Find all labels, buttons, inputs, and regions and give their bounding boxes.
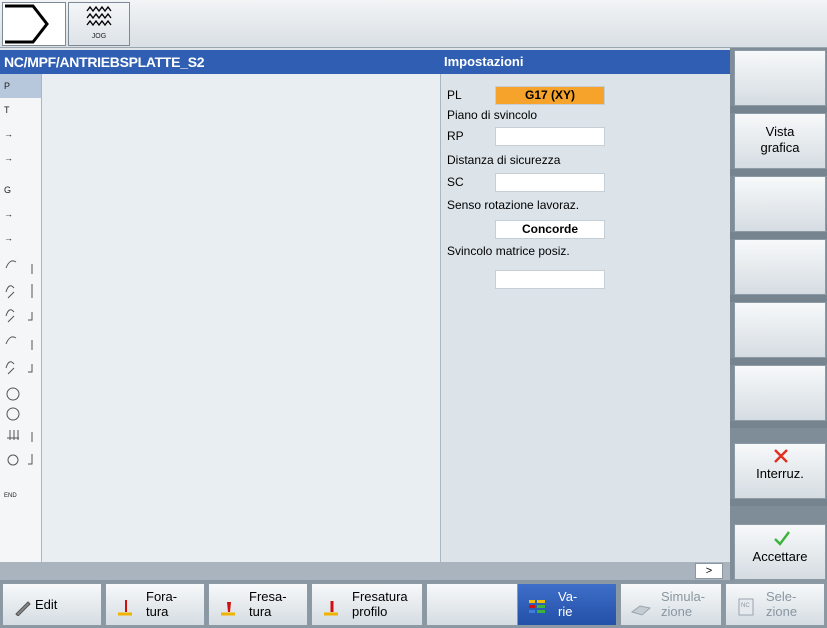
machine-area-icon bbox=[5, 4, 49, 44]
simulation-label: Simula- zione bbox=[661, 589, 705, 619]
interrupt-label: Interruz. bbox=[756, 466, 804, 481]
misc-label-2: rie bbox=[558, 604, 573, 619]
drilling-label: Fora- tura bbox=[146, 589, 177, 619]
simulation-label-2: zione bbox=[661, 604, 693, 619]
sc-label: SC bbox=[447, 175, 464, 189]
graphic-view-label-1: Vista bbox=[765, 124, 795, 139]
softkey-separator bbox=[730, 499, 827, 506]
cancel-x-icon bbox=[774, 449, 788, 463]
vertical-softkey-1[interactable] bbox=[734, 50, 826, 106]
accept-label: Accettare bbox=[752, 549, 808, 564]
gutter-line-end[interactable]: END bbox=[0, 484, 41, 508]
cycle-step-icons bbox=[5, 260, 33, 466]
selection-softkey[interactable]: NC Sele- zione bbox=[725, 583, 825, 626]
selection-label: Sele- zione bbox=[766, 589, 797, 619]
rp-input[interactable] bbox=[495, 127, 605, 146]
misc-label-1: Va- bbox=[558, 589, 578, 604]
softkey-separator bbox=[730, 232, 827, 239]
rotation-direction-select[interactable]: Concorde bbox=[495, 220, 605, 239]
pl-select[interactable]: G17 (XY) bbox=[495, 86, 605, 105]
pattern-retract-input[interactable] bbox=[495, 270, 605, 289]
pencil-icon bbox=[15, 601, 31, 616]
graphic-view-label-2: grafica bbox=[760, 140, 800, 155]
contour-milling-label-1: Fresatura bbox=[352, 589, 408, 604]
misc-label: Va- rie bbox=[558, 589, 577, 619]
rotation-direction-label: Senso rotazione lavoraz. bbox=[447, 198, 580, 212]
interrupt-softkey[interactable]: Interruz. bbox=[734, 443, 826, 499]
pattern-retract-label: Svincolo matrice posiz. bbox=[447, 244, 570, 258]
contour-milling-label: Fresatura profilo bbox=[352, 589, 408, 619]
rp-label: RP bbox=[447, 129, 464, 143]
softkey-separator bbox=[730, 421, 827, 428]
safety-distance-label: Distanza di sicurezza bbox=[447, 153, 561, 167]
drill-icon bbox=[118, 600, 132, 616]
nc-file-icon: NC bbox=[738, 598, 754, 616]
form-title: Impostazioni bbox=[440, 50, 730, 74]
milling-softkey[interactable]: Fresa- tura bbox=[208, 583, 308, 626]
misc-icon bbox=[529, 600, 545, 613]
operating-area-button[interactable] bbox=[2, 2, 66, 46]
misc-softkey[interactable]: Va- rie bbox=[517, 583, 617, 626]
program-block-gutter[interactable]: P T → → G → → END bbox=[0, 74, 42, 562]
svg-text:NC: NC bbox=[741, 603, 750, 609]
softkey-separator bbox=[730, 169, 827, 176]
simulation-icon bbox=[631, 605, 651, 616]
softkey-separator bbox=[730, 106, 827, 113]
pl-label: PL bbox=[447, 88, 462, 102]
vertical-softkey-6[interactable] bbox=[734, 365, 826, 421]
vertical-softkey-4[interactable] bbox=[734, 239, 826, 295]
gutter-line[interactable]: → bbox=[0, 226, 41, 250]
milling-label-1: Fresa- bbox=[249, 589, 287, 604]
edit-label: Edit bbox=[35, 597, 58, 612]
status-strip bbox=[0, 562, 730, 580]
contour-milling-softkey[interactable]: Fresatura profilo bbox=[311, 583, 423, 626]
program-editor-area[interactable] bbox=[42, 74, 440, 562]
softkey-separator bbox=[730, 295, 827, 302]
graphic-view-softkey[interactable]: Vista grafica bbox=[734, 113, 826, 169]
accept-softkey[interactable]: Accettare bbox=[734, 524, 826, 580]
gutter-line[interactable]: → bbox=[0, 202, 41, 226]
drilling-softkey[interactable]: Fora- tura bbox=[105, 583, 205, 626]
jog-mode-indicator: JOG bbox=[68, 2, 130, 46]
program-path-title: NC/MPF/ANTRIEBSPLATTE_S2 bbox=[0, 50, 440, 74]
milling-label-2: tura bbox=[249, 604, 272, 619]
selection-label-2: zione bbox=[766, 604, 798, 619]
selection-label-1: Sele- bbox=[766, 589, 797, 604]
edit-softkey[interactable]: Edit bbox=[2, 583, 102, 626]
simulation-label-1: Simula- bbox=[661, 589, 706, 604]
jog-icon bbox=[86, 5, 112, 27]
gutter-line-tool[interactable]: T bbox=[0, 98, 41, 122]
gutter-line-g-code[interactable]: G bbox=[0, 178, 41, 202]
mill-icon bbox=[221, 602, 235, 616]
sc-input[interactable] bbox=[495, 173, 605, 192]
retract-plane-label: Piano di svincolo bbox=[447, 108, 538, 122]
gutter-line[interactable]: → bbox=[0, 146, 41, 170]
milling-label: Fresa- tura bbox=[249, 589, 287, 619]
drilling-label-2: tura bbox=[146, 604, 169, 619]
accept-check-icon bbox=[774, 531, 790, 546]
jog-label: JOG bbox=[91, 33, 107, 40]
simulation-softkey[interactable]: Simula- zione bbox=[620, 583, 722, 626]
empty-softkey[interactable] bbox=[426, 583, 526, 626]
settings-form: PL G17 (XY) Piano di svincolo RP Distanz… bbox=[440, 74, 730, 562]
contour-mill-icon bbox=[324, 601, 338, 616]
gutter-line-program-header[interactable]: P bbox=[0, 74, 41, 98]
more-button[interactable]: > bbox=[695, 563, 723, 579]
vertical-softkey-5[interactable] bbox=[734, 302, 826, 358]
gutter-line[interactable]: → bbox=[0, 122, 41, 146]
softkey-separator bbox=[730, 358, 827, 365]
vertical-softkey-3[interactable] bbox=[734, 176, 826, 232]
drilling-label-1: Fora- bbox=[146, 589, 178, 604]
contour-milling-label-2: profilo bbox=[352, 604, 388, 619]
